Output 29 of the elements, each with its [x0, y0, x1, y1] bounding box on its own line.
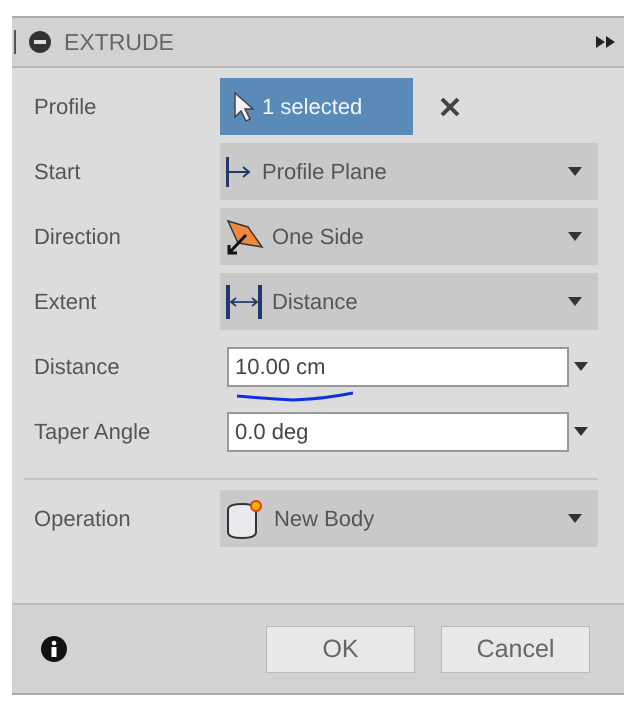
close-icon[interactable]	[439, 96, 461, 118]
info-icon[interactable]	[40, 635, 68, 663]
dropdown[interactable]: Distance	[220, 273, 598, 330]
caret-icon	[568, 297, 582, 306]
input-field[interactable]: 10.00 cm	[227, 346, 569, 386]
dropdown[interactable]: New Body	[220, 490, 598, 547]
input-field[interactable]: 0.0 deg	[227, 412, 569, 452]
cancel-button[interactable]: Cancel	[441, 626, 590, 672]
dropdown[interactable]: Profile Plane	[220, 143, 598, 200]
field-label: Profile	[34, 94, 98, 120]
field-label: Distance	[34, 354, 121, 380]
collapse-icon[interactable]	[28, 30, 52, 54]
dropdown[interactable]: One Side	[220, 208, 598, 265]
ok-button[interactable]: OK	[266, 626, 415, 672]
caret-icon	[568, 167, 582, 176]
caret-icon[interactable]	[574, 427, 588, 436]
selection-button[interactable]: 1 selected	[220, 78, 413, 135]
caret-icon	[568, 514, 582, 523]
field-label: Taper Angle	[34, 418, 152, 444]
field-label: Start	[34, 158, 82, 184]
distance-icon	[224, 282, 264, 320]
field-label: Direction	[34, 224, 122, 250]
panel-title: EXTRUDE	[64, 28, 175, 56]
caret-icon[interactable]	[574, 362, 588, 371]
expand-icon[interactable]	[596, 35, 616, 49]
cursor-icon	[232, 90, 256, 122]
caret-icon	[568, 232, 582, 241]
field-label: Operation	[34, 506, 132, 532]
field-label: Extent	[34, 288, 98, 314]
